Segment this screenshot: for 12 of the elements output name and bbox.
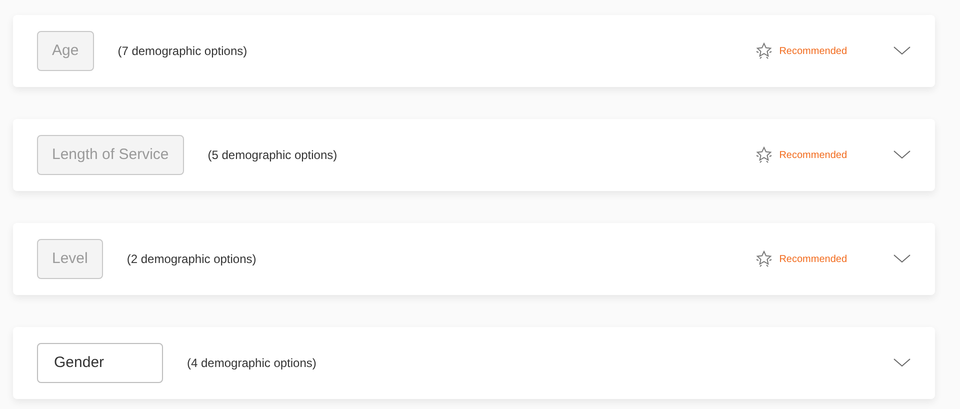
- chevron-icon[interactable]: [893, 358, 911, 368]
- options-count: (7 demographic options): [118, 43, 248, 60]
- options-count: (4 demographic options): [187, 355, 316, 372]
- recommended-label: Recommended: [779, 148, 847, 162]
- star-badge-icon: [755, 250, 774, 268]
- star-badge-icon: [755, 42, 774, 60]
- options-count: (5 demographic options): [208, 147, 338, 164]
- star-badge-icon: [755, 146, 774, 164]
- recommended-label: Recommended: [779, 252, 847, 266]
- recommended-label: Recommended: [779, 44, 847, 58]
- options-count: (2 demographic options): [126, 251, 256, 268]
- demographic-chip[interactable]: Gender: [37, 343, 163, 383]
